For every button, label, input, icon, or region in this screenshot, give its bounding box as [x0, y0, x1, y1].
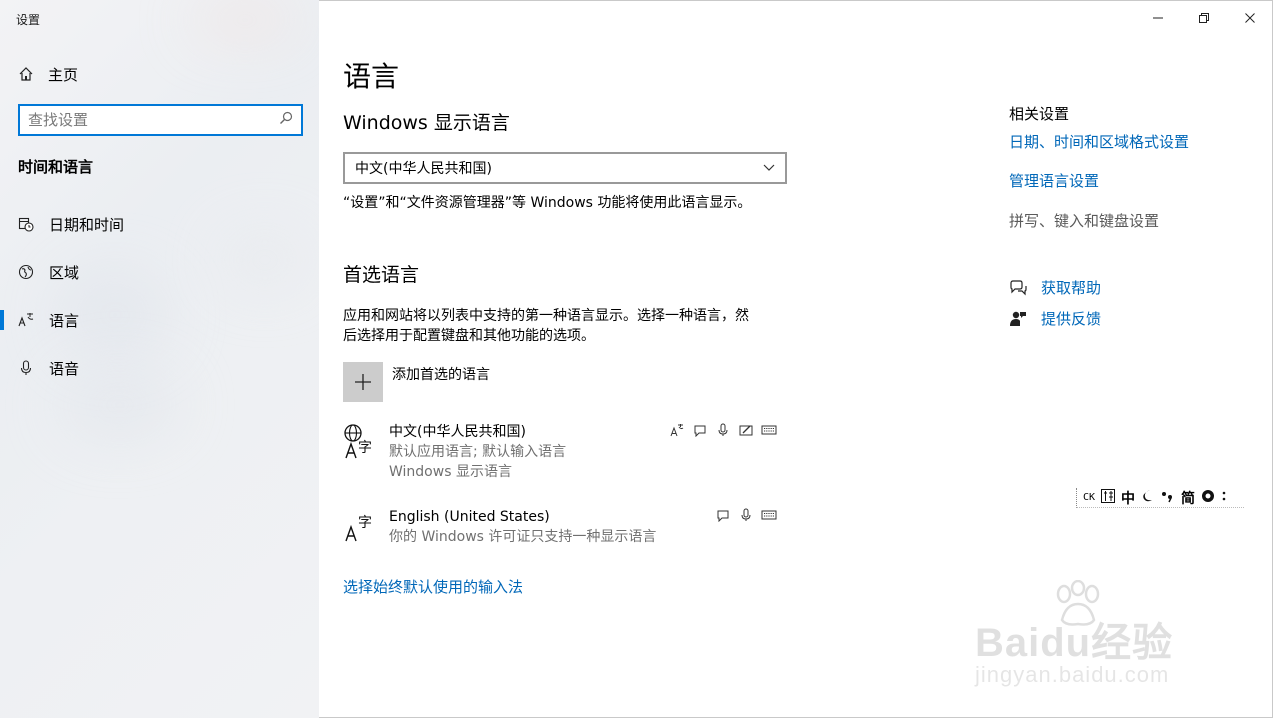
sidebar-item-label: 日期和时间 — [49, 215, 125, 234]
add-language-button[interactable] — [343, 362, 383, 402]
feedback-person-icon — [1009, 310, 1027, 328]
home-nav[interactable]: 主页 — [18, 63, 78, 85]
minimize-button[interactable] — [1135, 0, 1181, 36]
sidebar-item-language[interactable]: 语言 — [0, 300, 319, 340]
language-text: 中文(中华人民共和国) 默认应用语言; 默认输入语言 Windows 显示语言 — [389, 422, 566, 482]
ime-pinyin-icon[interactable] — [1101, 488, 1116, 507]
speech-recognition-icon — [715, 422, 731, 438]
search-input[interactable] — [28, 111, 268, 129]
window-controls — [1135, 0, 1273, 36]
spelling-typing-keyboard-settings[interactable]: 拼写、键入和键盘设置 — [1009, 210, 1159, 231]
preferred-description: 应用和网站将以列表中支持的第一种语言显示。选择一种语言，然 后选择用于配置键盘和… — [343, 306, 749, 346]
feedback-link[interactable]: 提供反馈 — [1009, 308, 1101, 329]
plus-icon — [355, 374, 371, 390]
globe-region-icon — [18, 264, 34, 280]
sidebar-item-region[interactable]: 区域 — [0, 252, 319, 292]
home-icon — [18, 66, 34, 82]
display-language-value: 中文(中华人民共和国) — [355, 161, 492, 177]
language-subtitle: 你的 Windows 许可证只支持一种显示语言 — [389, 529, 657, 545]
preferred-description-line1: 应用和网站将以列表中支持的第一种语言显示。选择一种语言，然 — [343, 308, 749, 324]
display-language-feature-icon — [669, 422, 685, 438]
manage-language-settings-link[interactable]: 管理语言设置 — [1009, 170, 1099, 191]
display-language-heading: Windows 显示语言 — [343, 112, 510, 134]
handwriting-icon — [738, 422, 754, 438]
language-text: English (United States) 你的 Windows 许可证只支… — [389, 507, 656, 547]
svg-text:字: 字 — [358, 515, 372, 531]
home-label: 主页 — [48, 65, 79, 84]
page-title: 语言 — [343, 60, 400, 93]
ime-chinese-mode[interactable]: 中 — [1121, 488, 1135, 508]
text-to-speech-icon — [715, 507, 731, 523]
language-icon — [18, 312, 34, 328]
sidebar-item-date-time[interactable]: 日期和时间 — [0, 204, 319, 244]
language-subtitle: 默认应用语言; 默认输入语言 — [389, 444, 567, 460]
keyboard-icon — [761, 507, 777, 523]
search-icon[interactable] — [279, 111, 293, 129]
ime-options-icon[interactable] — [1221, 489, 1227, 507]
svg-text:字: 字 — [358, 440, 372, 456]
language-name: 中文(中华人民共和国) — [389, 424, 526, 440]
close-button[interactable] — [1227, 0, 1273, 36]
ime-settings-icon[interactable] — [1201, 489, 1215, 507]
add-language-label[interactable]: 添加首选的语言 — [392, 364, 490, 384]
ime-ck-label[interactable]: CK — [1083, 492, 1095, 503]
ime-punctuation-icon[interactable] — [1161, 489, 1175, 507]
calendar-clock-icon — [18, 216, 34, 232]
speech-recognition-icon — [738, 507, 754, 523]
display-language-select[interactable]: 中文(中华人民共和国) — [343, 152, 787, 184]
selected-indicator — [0, 310, 4, 330]
language-item-en-us[interactable]: 字 English (United States) 你的 Windows 许可证… — [343, 507, 783, 551]
default-input-method-link[interactable]: 选择始终默认使用的输入法 — [343, 576, 523, 597]
ime-toolbar: CK 中 简 — [1076, 488, 1244, 508]
microphone-icon — [18, 360, 34, 376]
text-to-speech-icon — [692, 422, 708, 438]
preferred-description-line2: 后选择用于配置键盘和其他功能的选项。 — [343, 328, 595, 344]
window-title: 设置 — [16, 13, 41, 27]
language-subtitle: Windows 显示语言 — [389, 464, 512, 480]
language-icon: 字 — [343, 507, 379, 543]
display-language-description: “设置”和“文件资源管理器”等 Windows 功能将使用此语言显示。 — [343, 195, 752, 211]
ime-simplified-mode[interactable]: 简 — [1181, 488, 1195, 508]
search-box[interactable] — [18, 104, 303, 136]
sidebar-item-label: 语音 — [49, 359, 80, 378]
keyboard-icon — [761, 422, 777, 438]
language-name: English (United States) — [389, 509, 550, 525]
sidebar-item-label: 区域 — [49, 263, 80, 282]
language-features — [669, 422, 777, 438]
language-features — [715, 507, 777, 523]
help-chat-icon — [1009, 279, 1027, 297]
sidebar-item-label: 语言 — [49, 311, 80, 330]
restore-button[interactable] — [1181, 0, 1227, 36]
get-help-label: 获取帮助 — [1041, 279, 1102, 297]
chevron-down-icon — [763, 160, 775, 176]
get-help-link[interactable]: 获取帮助 — [1009, 277, 1101, 298]
language-item-zh-cn[interactable]: 字 中文(中华人民共和国) 默认应用语言; 默认输入语言 Windows 显示语… — [343, 422, 783, 482]
language-display-icon: 字 — [343, 422, 379, 459]
feedback-label: 提供反馈 — [1041, 310, 1102, 328]
sidebar-item-speech[interactable]: 语音 — [0, 348, 319, 388]
sidebar-section-title: 时间和语言 — [18, 158, 94, 176]
preferred-languages-heading: 首选语言 — [343, 264, 420, 286]
date-time-region-format-link[interactable]: 日期、时间和区域格式设置 — [1009, 131, 1189, 152]
sidebar: 设置 主页 时间和语言 日期和时间 区域 语言 语音 — [0, 0, 319, 718]
ime-moon-icon[interactable] — [1141, 489, 1155, 507]
related-settings-title: 相关设置 — [1009, 105, 1070, 123]
